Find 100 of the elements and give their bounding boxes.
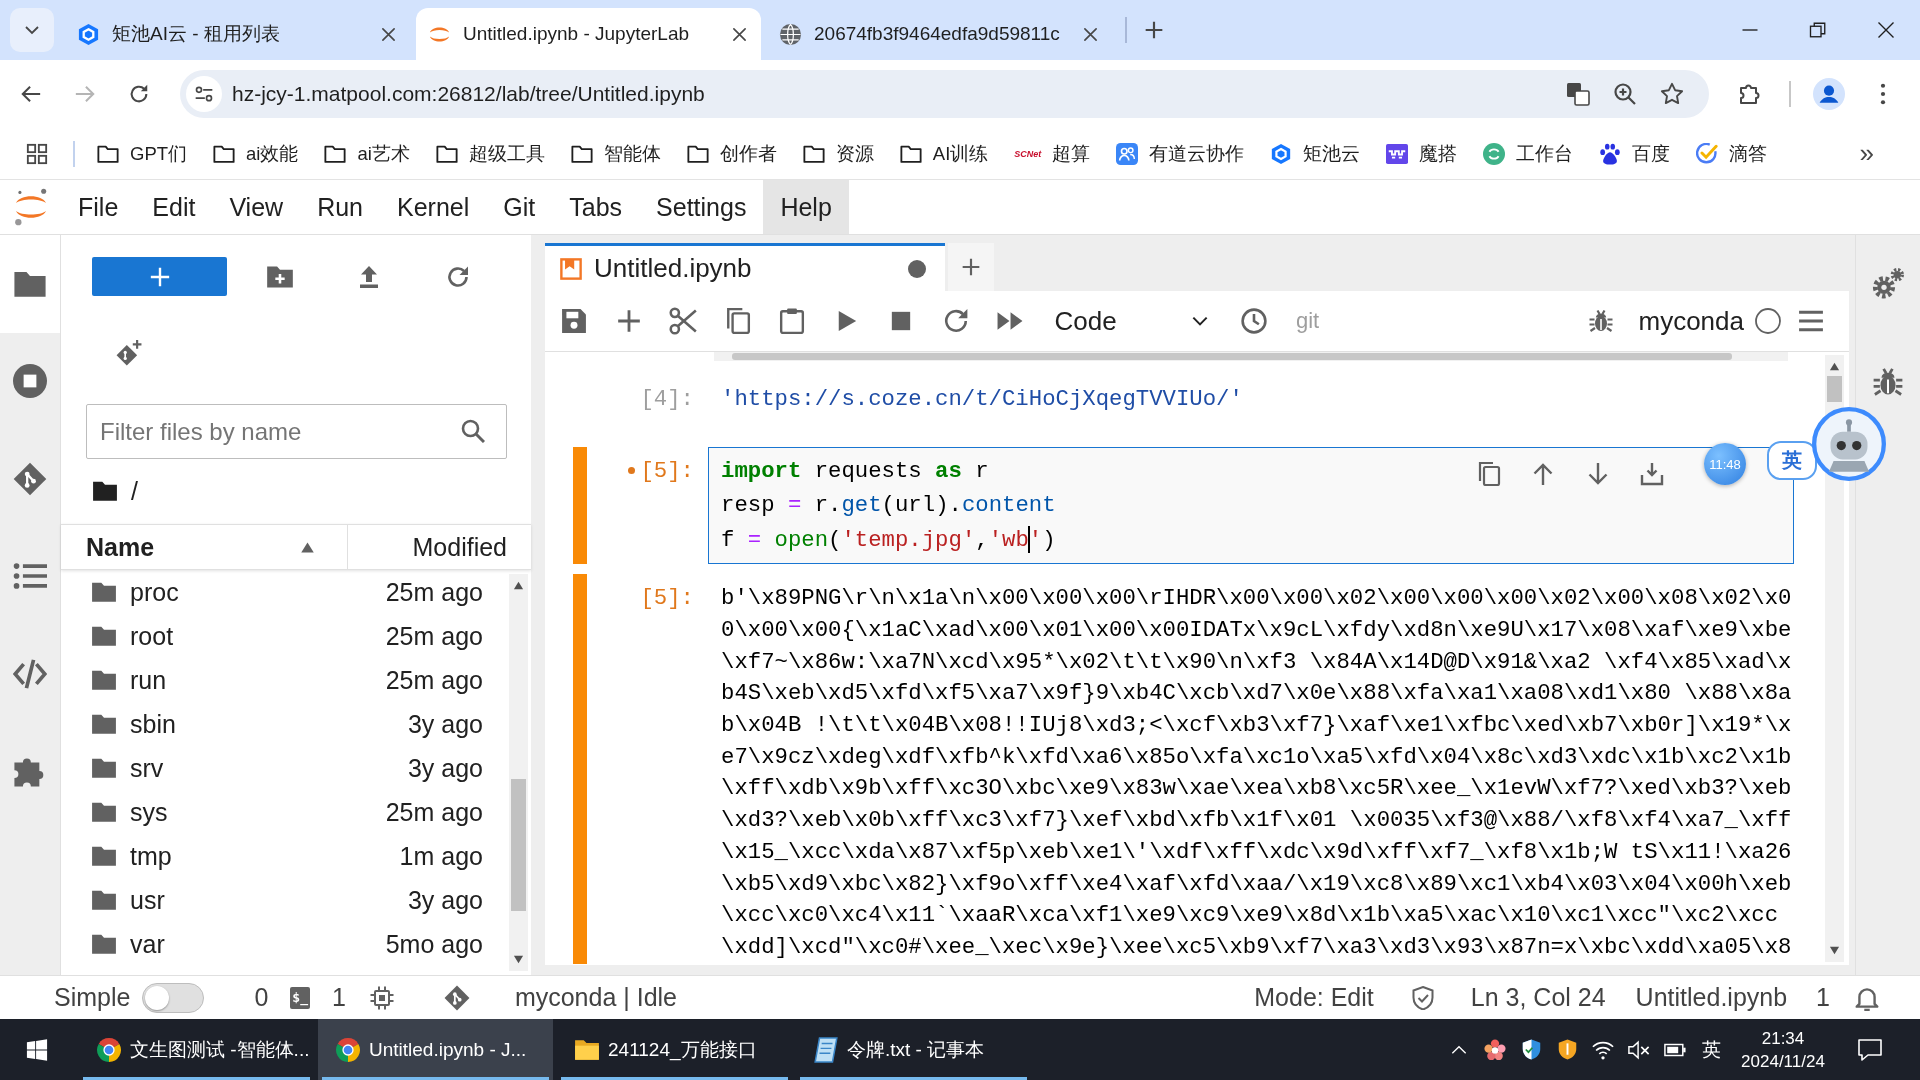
bookmark[interactable]: 魔搭 (1386, 141, 1458, 166)
file-row[interactable]: run 25m ago (61, 658, 531, 702)
scroll-down-icon[interactable] (1829, 945, 1840, 956)
notebook-tab[interactable]: Untitled.ipynb (545, 243, 945, 291)
clock-time[interactable]: 21:34 (1761, 1026, 1805, 1050)
menu-item[interactable]: File (61, 180, 136, 234)
kernel-name-button[interactable]: myconda (1638, 305, 1744, 337)
new-tab-icon[interactable] (1144, 20, 1164, 40)
robot-avatar-icon[interactable] (1812, 407, 1886, 481)
stop-icon[interactable] (891, 311, 911, 331)
kernel-status[interactable]: myconda | Idle (514, 983, 678, 1012)
windows-logo-icon[interactable] (26, 1038, 48, 1061)
arrow-into-tray-icon[interactable] (1640, 461, 1664, 486)
unsaved-dot-icon[interactable] (908, 259, 926, 278)
file-row[interactable]: root 25m ago (61, 614, 531, 658)
flower-icon[interactable] (1484, 1038, 1506, 1061)
path-text[interactable]: / (131, 476, 138, 506)
bookmark[interactable]: GPT们 (97, 141, 188, 166)
notification-icon[interactable] (1858, 1037, 1882, 1062)
scroll-down-icon[interactable] (513, 954, 524, 965)
column-header[interactable]: Name (61, 525, 348, 569)
input-mode-bubble[interactable]: 英 (1767, 441, 1817, 480)
clipboard-icon[interactable] (779, 308, 805, 334)
input-method-indicator[interactable]: 英 (1701, 1036, 1721, 1063)
menu-icon[interactable] (1798, 308, 1824, 334)
copy-icon[interactable] (1476, 461, 1501, 486)
vertical-scrollbar[interactable] (509, 574, 528, 971)
cell-collapser[interactable] (573, 574, 587, 964)
browser-tab[interactable]: 矩池AI云 - 租用列表 (65, 8, 410, 60)
scroll-up-icon[interactable] (513, 580, 524, 591)
close-icon[interactable] (1877, 21, 1895, 39)
bug-icon[interactable] (1873, 367, 1903, 397)
column-header[interactable]: Modified (348, 525, 531, 569)
taskbar-app[interactable]: 文生图测试 -智能体... (79, 1019, 314, 1080)
horizontal-scrollbar[interactable] (714, 352, 1788, 361)
site-info-button[interactable] (186, 76, 222, 112)
file-row[interactable]: sbin 3y ago (61, 702, 531, 746)
overlapping-squares-icon[interactable] (1566, 82, 1590, 106)
bookmark[interactable]: AI训练 (899, 141, 989, 166)
apps-grid-icon[interactable] (26, 142, 48, 165)
file-row[interactable]: tmp 1m ago (61, 834, 531, 878)
menu-item[interactable]: Tabs (552, 180, 640, 234)
restore-icon[interactable] (1809, 21, 1827, 39)
bookmark[interactable]: 滴答 (1696, 141, 1768, 166)
toggle-track[interactable] (142, 982, 205, 1013)
sidebar-tab[interactable] (0, 235, 60, 333)
scroll-up-icon[interactable] (1829, 361, 1840, 372)
bookmark[interactable]: 创作者 (686, 141, 777, 166)
menu-item[interactable]: Help (763, 180, 849, 234)
save-icon[interactable] (561, 308, 587, 334)
clock-icon[interactable] (1240, 308, 1267, 334)
cell-collapser[interactable] (573, 446, 587, 565)
scissors-icon[interactable] (669, 307, 697, 335)
bookmark[interactable]: 工作台 (1483, 141, 1574, 166)
clock-date[interactable]: 2024/11/24 (1741, 1049, 1825, 1073)
shield-icon[interactable] (1556, 1039, 1578, 1060)
file-row[interactable]: usr 3y ago (61, 878, 531, 922)
simple-mode-switch[interactable]: Simple (54, 982, 205, 1013)
upload-icon[interactable] (357, 264, 381, 289)
bookmark[interactable]: 矩池云 (1270, 141, 1361, 166)
puzzle-icon[interactable] (1738, 82, 1762, 106)
close-icon[interactable] (1083, 26, 1098, 42)
menu-item[interactable]: Edit (135, 180, 213, 234)
menu-item[interactable]: Settings (639, 180, 764, 234)
bookmark[interactable]: ai效能 (213, 141, 299, 166)
more-bookmarks-button[interactable]: » (1859, 138, 1874, 169)
profile-avatar-icon[interactable] (1813, 78, 1845, 110)
cell-type-dropdown[interactable]: Code (1044, 299, 1220, 343)
browser-tab[interactable]: Untitled.ipynb - JupyterLab (416, 8, 761, 60)
git-clone-icon[interactable] (116, 340, 142, 366)
file-row[interactable]: proc 25m ago (61, 570, 531, 614)
taskbar-app[interactable]: Untitled.ipynb - J... (318, 1019, 553, 1080)
bookmark[interactable]: 资源 (802, 141, 874, 166)
bookmark[interactable]: SCNet 超算 (1014, 141, 1091, 166)
reload-icon[interactable] (128, 83, 150, 105)
restart-icon[interactable] (942, 308, 969, 334)
menu-item[interactable]: Kernel (380, 180, 487, 234)
file-row[interactable]: sys 25m ago (61, 790, 531, 834)
close-icon[interactable] (381, 26, 396, 42)
bookmark[interactable]: ai艺术 (324, 141, 410, 166)
copy-icon[interactable] (724, 308, 751, 334)
file-row[interactable]: srv 3y ago (61, 746, 531, 790)
bookmark[interactable]: 有道云协作 (1116, 141, 1245, 166)
shield-icon[interactable] (1520, 1039, 1542, 1060)
taskbar-app[interactable]: 令牌.txt - 记事本 (796, 1019, 1031, 1080)
address-bar[interactable]: hz-jcy-1.matpool.com:26812/lab/tree/Untitled.ipynb (180, 70, 1709, 118)
file-row[interactable]: var 5mo ago (61, 922, 531, 966)
plus-icon[interactable] (615, 308, 642, 334)
menu-item[interactable]: View (212, 180, 301, 234)
filter-field[interactable]: Filter files by name (86, 404, 507, 459)
shield-check-icon[interactable] (1410, 985, 1435, 1010)
scrollbar-thumb[interactable] (511, 779, 526, 911)
back-arrow-icon[interactable] (20, 83, 42, 105)
scrollbar-thumb[interactable] (1827, 376, 1842, 402)
browser-tab[interactable]: 20674fb3f9464edfa9d59811c (767, 8, 1112, 60)
bug-icon[interactable] (1588, 309, 1613, 333)
gears-icon[interactable] (1872, 268, 1904, 300)
new-tab-button[interactable] (948, 243, 994, 291)
cursor-position[interactable]: Ln 3, Col 24 (1470, 983, 1606, 1012)
close-icon[interactable] (732, 26, 747, 42)
